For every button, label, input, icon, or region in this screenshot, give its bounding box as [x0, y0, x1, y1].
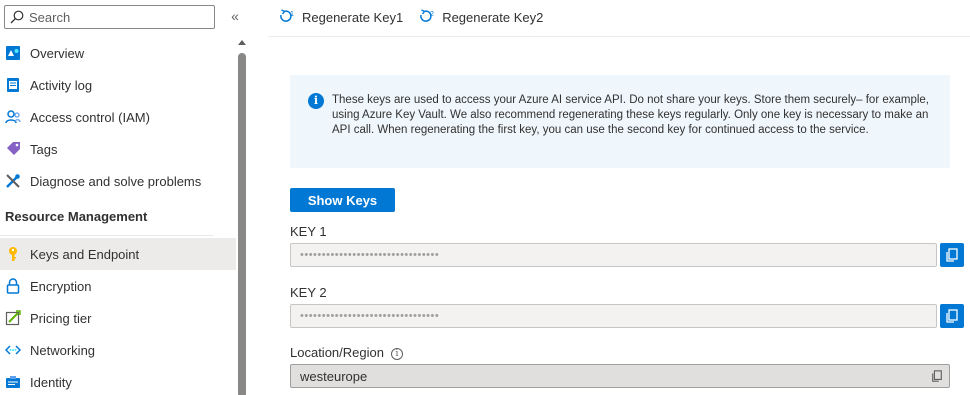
sidebar-item-tags[interactable]: Tags	[0, 133, 236, 165]
access-control-icon	[5, 109, 21, 125]
regenerate-key2-button[interactable]: 2 Regenerate Key2	[418, 9, 543, 25]
sidebar-item-activity-log[interactable]: Activity log	[0, 69, 236, 101]
identity-icon	[5, 374, 21, 390]
refresh-1-icon: 1	[280, 9, 294, 22]
search-icon	[10, 10, 24, 24]
sidebar-item-label: Networking	[30, 342, 96, 358]
sidebar: « Overview Activity log	[0, 0, 252, 395]
sidebar-item-label: Diagnose and solve problems	[30, 173, 202, 189]
key1-field[interactable]: ••••••••••••••••••••••••••••••••	[290, 243, 937, 267]
sidebar-item-label: Pricing tier	[30, 310, 92, 326]
sidebar-item-label: Tags	[30, 141, 58, 157]
copy-key2-button[interactable]	[940, 304, 964, 328]
info-icon: i	[308, 93, 324, 109]
key2-field[interactable]: ••••••••••••••••••••••••••••••••	[290, 304, 937, 328]
sidebar-nav: Overview Activity log Access control (IA…	[0, 37, 236, 395]
sidebar-scrollbar[interactable]	[236, 36, 248, 395]
sidebar-item-label: Access control (IAM)	[30, 109, 150, 125]
sidebar-item-identity[interactable]: Identity	[0, 366, 236, 395]
regenerate-key1-label: Regenerate Key1	[302, 9, 404, 25]
svg-text:2: 2	[430, 11, 434, 18]
toolbar-divider	[268, 36, 970, 37]
info-tooltip-icon[interactable]: i	[390, 348, 403, 360]
collapse-sidebar-button[interactable]: «	[227, 8, 243, 24]
section-header-resource-management: Resource Management	[0, 197, 214, 236]
sidebar-item-label: Encryption	[30, 278, 92, 294]
scroll-up-arrow-icon[interactable]	[238, 40, 246, 45]
location-region-value: westeurope	[300, 368, 368, 384]
sidebar-item-diagnose[interactable]: Diagnose and solve problems	[0, 165, 236, 197]
search-input[interactable]	[29, 9, 199, 25]
scrollbar-thumb[interactable]	[238, 53, 246, 395]
sidebar-item-access-control[interactable]: Access control (IAM)	[0, 101, 236, 133]
sidebar-item-networking[interactable]: Networking	[0, 334, 236, 366]
svg-text:1: 1	[290, 11, 294, 18]
sidebar-item-label: Keys and Endpoint	[30, 246, 140, 262]
location-region-field[interactable]: westeurope	[290, 364, 950, 388]
wrench-icon	[5, 173, 21, 189]
sidebar-item-encryption[interactable]: Encryption	[0, 270, 236, 302]
key1-label: KEY 1	[290, 224, 327, 239]
copy-key1-button[interactable]	[940, 243, 964, 267]
tag-icon	[5, 141, 21, 157]
key2-label: KEY 2	[290, 285, 327, 300]
refresh-2-icon: 2	[420, 9, 434, 22]
show-keys-button[interactable]: Show Keys	[290, 188, 395, 212]
overview-icon	[5, 45, 21, 61]
regenerate-key1-button[interactable]: 1 Regenerate Key1	[278, 9, 403, 25]
activity-log-icon	[5, 77, 21, 93]
sidebar-item-pricing-tier[interactable]: Pricing tier	[0, 302, 236, 334]
info-message-text: These keys are used to access your Azure…	[332, 94, 930, 136]
location-region-label: Location/Region	[290, 345, 384, 360]
location-region-label-row: Location/Region i	[290, 345, 403, 360]
sidebar-item-label: Overview	[30, 45, 85, 61]
copy-region-icon[interactable]	[931, 370, 943, 382]
info-message-bar: i These keys are used to access your Azu…	[290, 75, 950, 168]
copy-icon	[946, 248, 958, 262]
key-icon	[5, 246, 21, 262]
sidebar-item-label: Identity	[30, 374, 72, 390]
lock-icon	[5, 278, 21, 294]
pricing-tier-icon	[5, 310, 21, 326]
search-box[interactable]	[4, 5, 215, 29]
sidebar-item-overview[interactable]: Overview	[0, 37, 236, 69]
sidebar-item-keys-and-endpoint[interactable]: Keys and Endpoint	[0, 238, 236, 270]
copy-icon	[946, 309, 958, 323]
command-bar: 1 Regenerate Key1 2 Regenerate Key2	[268, 0, 558, 34]
networking-icon	[5, 342, 21, 358]
main-content: 1 Regenerate Key1 2 Regenerate Key2 i Th…	[268, 0, 970, 395]
regenerate-key2-label: Regenerate Key2	[442, 9, 544, 25]
sidebar-item-label: Activity log	[30, 77, 93, 93]
